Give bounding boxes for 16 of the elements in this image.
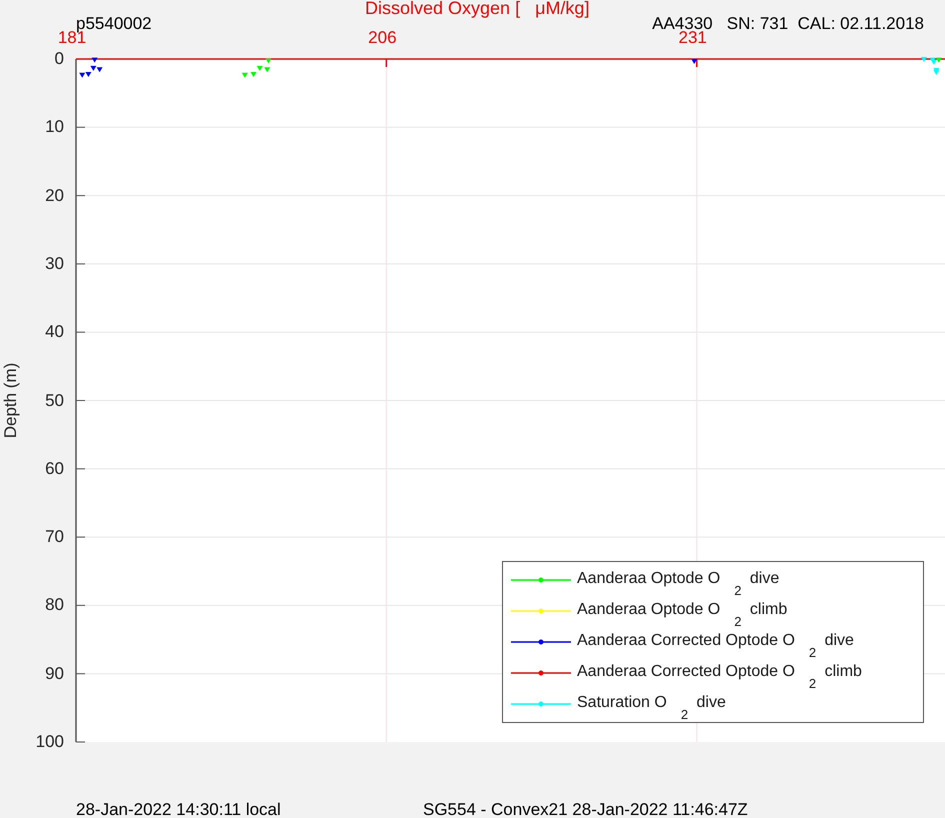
y-tick-label: 100 (34, 731, 64, 753)
y-axis-label: Depth (m) (1, 362, 20, 438)
y-tick-label: 0 (54, 48, 64, 70)
y-tick-label: 80 (44, 594, 64, 616)
y-tick-label: 10 (44, 116, 64, 138)
local-time-label: 28-Jan-2022 14:30:11 local (76, 799, 281, 818)
y-tick-label: 40 (44, 321, 64, 344)
x-tick-label: 231 (678, 28, 707, 49)
y-tick-label: 90 (44, 662, 64, 685)
y-tick-label: 20 (44, 184, 64, 207)
x-axis-label: Dissolved Oxygen [ μM/kg] (365, 0, 590, 20)
mission-label: SG554 - Convex21 28-Jan-2022 11:46:47Z (423, 799, 748, 818)
y-tick-label: 70 (44, 526, 64, 548)
x-tick-label: 206 (367, 27, 398, 49)
y-tick-label: 60 (44, 458, 64, 480)
y-tick-label: 30 (44, 252, 64, 275)
